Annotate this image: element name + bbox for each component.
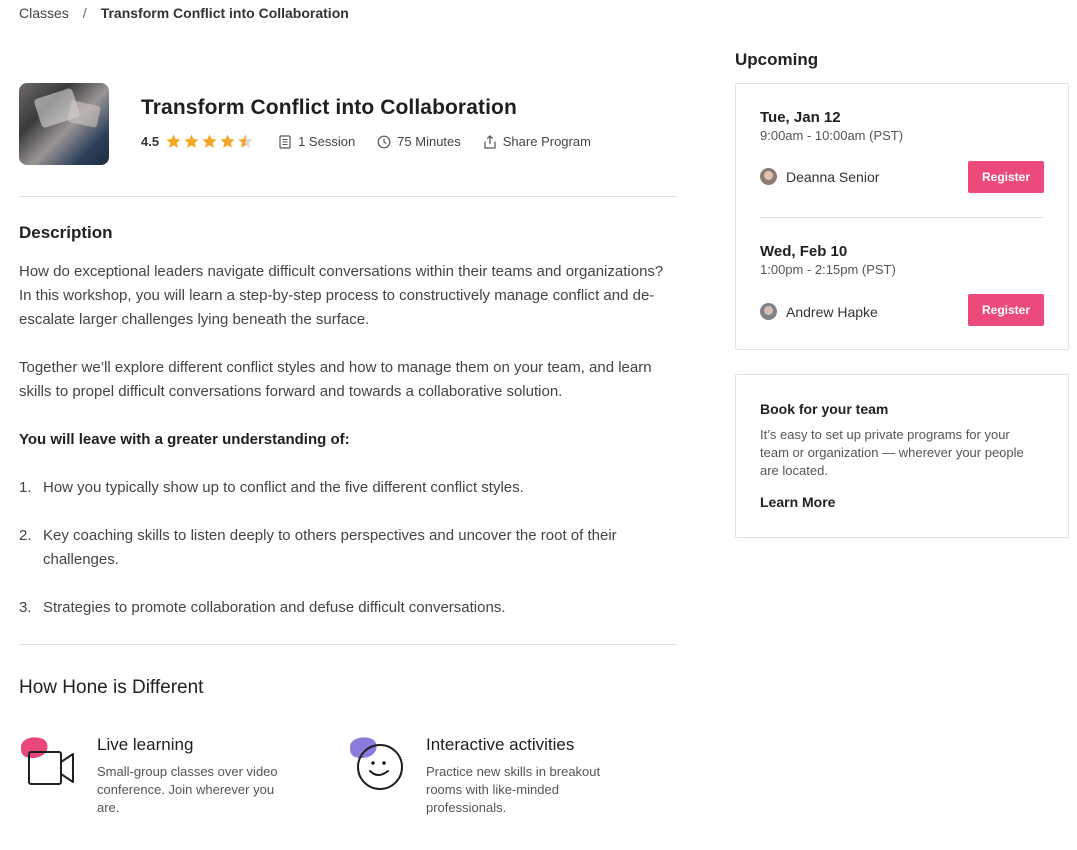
smiley-face-icon — [348, 735, 404, 795]
description-paragraph: How do exceptional leaders navigate diff… — [19, 263, 664, 328]
program-header: Transform Conflict into Collaboration 4.… — [19, 83, 677, 197]
book-title: Book for your team — [760, 401, 889, 417]
description-title: Description — [19, 223, 113, 242]
register-button[interactable]: Register — [968, 161, 1044, 193]
list-number: 2. — [19, 527, 32, 544]
breadcrumb-current: Transform Conflict into Collaboration — [100, 5, 349, 21]
avatar — [760, 168, 777, 185]
list-text: Strategies to promote collaboration and … — [43, 599, 506, 616]
star-icon — [220, 134, 235, 148]
register-button[interactable]: Register — [968, 294, 1044, 326]
how-hone-title: How Hone is Different — [19, 677, 204, 698]
feature-title: Interactive activities — [426, 735, 575, 754]
program-thumbnail — [19, 83, 109, 165]
star-icon — [202, 134, 217, 148]
feature-text: Interactive activities Practice new skil… — [426, 735, 626, 817]
instructor-name: Andrew Hapke — [786, 303, 878, 320]
avatar — [760, 303, 777, 320]
feature-description: Practice new skills in breakout rooms wi… — [426, 764, 601, 815]
sessions-count: 1 Session — [278, 134, 355, 149]
session-time: 9:00am - 10:00am (PST) — [760, 128, 904, 143]
star-icon — [184, 134, 199, 148]
sidebar: Upcoming Tue, Jan 12 9:00am - 10:00am (P… — [735, 50, 1069, 538]
rating-stars — [165, 133, 254, 150]
list-number: 3. — [19, 599, 32, 616]
program-meta: 4.5 1 Session 75 Minutes Share Program — [141, 133, 613, 150]
breadcrumb: Classes / Transform Conflict into Collab… — [19, 5, 349, 21]
share-icon — [484, 134, 496, 149]
session-item: Tue, Jan 12 9:00am - 10:00am (PST) Deann… — [760, 84, 1044, 217]
how-hone-section: How Hone is Different Live learning Smal… — [19, 677, 677, 817]
session-item: Wed, Feb 10 1:00pm - 2:15pm (PST) Andrew… — [760, 217, 1044, 349]
instructor-name: Deanna Senior — [786, 168, 880, 185]
upcoming-sessions-card: Tue, Jan 12 9:00am - 10:00am (PST) Deann… — [735, 83, 1069, 350]
list-number: 1. — [19, 479, 32, 496]
main-content: Transform Conflict into Collaboration 4.… — [19, 83, 677, 817]
document-icon — [279, 134, 291, 149]
clock-icon — [377, 135, 391, 148]
book-for-team-card: Book for your team It’s easy to set up p… — [735, 374, 1069, 538]
outcomes-list: 1. How you typically show up to conflict… — [19, 476, 677, 620]
breadcrumb-separator: / — [82, 5, 87, 21]
list-text: Key coaching skills to listen deeply to … — [43, 527, 617, 568]
instructor: Deanna Senior — [760, 168, 879, 185]
program-title: Transform Conflict into Collaboration — [141, 96, 517, 119]
session-date: Wed, Feb 10 — [760, 243, 848, 260]
divider — [19, 644, 677, 645]
learn-more-link[interactable]: Learn More — [760, 494, 835, 510]
list-item: 3. Strategies to promote collaboration a… — [19, 596, 677, 620]
session-date: Tue, Jan 12 — [760, 109, 841, 126]
half-star-icon — [238, 134, 253, 148]
instructor: Andrew Hapke — [760, 303, 878, 320]
sessions-label: 1 Session — [298, 134, 356, 149]
share-program-label: Share Program — [502, 134, 591, 149]
feature-text: Live learning Small-group classes over v… — [97, 735, 297, 817]
rating-value: 4.5 — [141, 134, 160, 149]
description-paragraph: Together we’ll explore different conflic… — [19, 359, 652, 400]
features-list: Live learning Small-group classes over v… — [19, 735, 677, 817]
list-item: 2. Key coaching skills to listen deeply … — [19, 524, 677, 572]
feature-interactive-activities: Interactive activities Practice new skil… — [348, 735, 677, 817]
star-icon — [166, 134, 181, 148]
feature-live-learning: Live learning Small-group classes over v… — [19, 735, 348, 817]
feature-description: Small-group classes over video conferenc… — [97, 764, 278, 815]
program-info: Transform Conflict into Collaboration 4.… — [141, 96, 613, 150]
feature-title: Live learning — [97, 735, 194, 754]
breadcrumb-classes-link[interactable]: Classes — [19, 5, 69, 21]
outcomes-lead: You will leave with a greater understand… — [19, 431, 350, 448]
share-program-button[interactable]: Share Program — [483, 134, 591, 149]
duration: 75 Minutes — [377, 134, 461, 149]
book-description: It’s easy to set up private programs for… — [760, 427, 1024, 478]
duration-label: 75 Minutes — [397, 134, 461, 149]
upcoming-title: Upcoming — [735, 50, 819, 69]
list-item: 1. How you typically show up to conflict… — [19, 476, 677, 500]
video-camera-icon — [19, 735, 75, 795]
session-time: 1:00pm - 2:15pm (PST) — [760, 262, 896, 277]
description-section: Description How do exceptional leaders n… — [19, 223, 677, 645]
list-text: How you typically show up to conflict an… — [43, 479, 524, 496]
